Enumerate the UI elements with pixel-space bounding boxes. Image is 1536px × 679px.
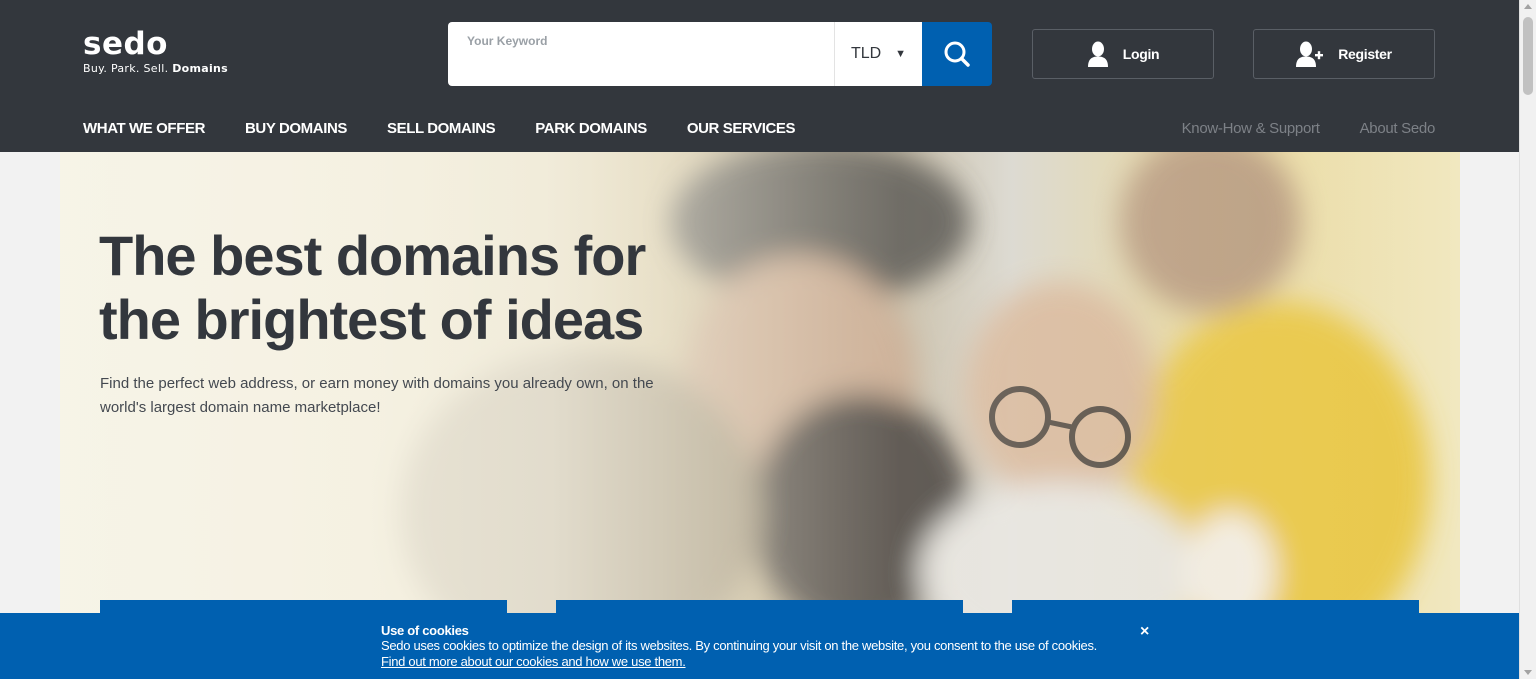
cookie-content: Use of cookies Sedo uses cookies to opti… bbox=[381, 623, 1151, 671]
user-icon bbox=[1087, 41, 1108, 67]
nav-know-how-support[interactable]: Know-How & Support bbox=[1182, 120, 1320, 137]
caret-down-icon: ▼ bbox=[895, 48, 907, 60]
keyword-input[interactable] bbox=[448, 22, 834, 86]
cookie-title: Use of cookies bbox=[381, 623, 469, 638]
search-icon bbox=[944, 41, 970, 67]
cookie-banner: Use of cookies Sedo uses cookies to opti… bbox=[0, 613, 1519, 679]
nav-sell-domains[interactable]: SELL DOMAINS bbox=[387, 120, 496, 137]
login-button[interactable]: Login bbox=[1032, 29, 1214, 79]
logo-tagline-prefix: Buy. Park. Sell. bbox=[83, 62, 169, 75]
site-header: sedo Buy. Park. Sell. Domains Your Keywo… bbox=[0, 0, 1519, 152]
add-user-icon bbox=[1296, 41, 1324, 67]
nav-park-domains[interactable]: PARK DOMAINS bbox=[535, 120, 647, 137]
logo-tagline: Buy. Park. Sell. Domains bbox=[83, 62, 228, 76]
scroll-down-arrow-icon[interactable] bbox=[1524, 670, 1532, 675]
tld-select[interactable]: TLD ▼ bbox=[834, 22, 922, 86]
hero-banner: The best domains for the brightest of id… bbox=[60, 152, 1460, 622]
secondary-nav: Know-How & Support About Sedo bbox=[1182, 120, 1436, 137]
nav-buy-domains[interactable]: BUY DOMAINS bbox=[245, 120, 347, 137]
search-button[interactable] bbox=[922, 22, 992, 86]
logo-name: sedo bbox=[83, 26, 168, 62]
nav-our-services[interactable]: OUR SERVICES bbox=[687, 120, 796, 137]
nav-what-we-offer[interactable]: WHAT WE OFFER bbox=[83, 120, 205, 137]
hero-title: The best domains for the brightest of id… bbox=[99, 224, 646, 351]
logo-tagline-bold: Domains bbox=[172, 62, 229, 75]
nav-about-sedo[interactable]: About Sedo bbox=[1360, 120, 1436, 137]
register-button[interactable]: Register bbox=[1253, 29, 1435, 79]
keyword-field[interactable]: Your Keyword bbox=[448, 22, 834, 86]
tld-label: TLD bbox=[850, 45, 882, 62]
sedo-logo[interactable]: sedo Buy. Park. Sell. Domains bbox=[83, 28, 228, 76]
scroll-thumb[interactable] bbox=[1523, 17, 1533, 95]
close-icon[interactable]: × bbox=[1140, 623, 1149, 641]
main-nav: WHAT WE OFFER BUY DOMAINS SELL DOMAINS P… bbox=[83, 120, 796, 137]
register-label: Register bbox=[1338, 46, 1392, 62]
cookie-info-link[interactable]: Find out more about our cookies and how … bbox=[381, 655, 686, 669]
scroll-up-arrow-icon[interactable] bbox=[1524, 4, 1532, 9]
cookie-text: Sedo uses cookies to optimize the design… bbox=[381, 638, 1097, 653]
page-scrollbar[interactable] bbox=[1519, 0, 1536, 679]
login-label: Login bbox=[1122, 46, 1160, 62]
hero-subtitle: Find the perfect web address, or earn mo… bbox=[100, 375, 654, 416]
domain-search: Your Keyword TLD ▼ bbox=[448, 22, 992, 86]
